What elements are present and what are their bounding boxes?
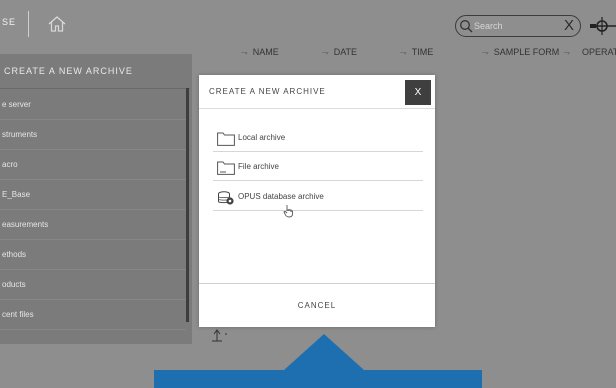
column-header-date[interactable]: ⇁ DATE	[322, 47, 357, 57]
app-brand: SE	[2, 17, 17, 27]
sort-arrow-icon: ⇁	[563, 48, 570, 57]
sort-arrow-icon: ⇁	[322, 48, 329, 57]
sidebar-item-methods[interactable]: ethods	[0, 240, 186, 270]
database-archive-icon	[218, 191, 234, 205]
divider	[28, 11, 29, 37]
clear-search-button[interactable]: X	[564, 17, 574, 35]
sort-arrow-icon: ⇁	[241, 48, 248, 57]
search-icon	[460, 20, 473, 33]
sidebar-item-instruments[interactable]: struments	[0, 120, 186, 150]
option-label: Local archive	[238, 133, 286, 142]
file-archive-option[interactable]: File archive	[213, 153, 423, 181]
option-label: OPUS database archive	[238, 192, 324, 201]
side-panel: CREATE A NEW ARCHIVE e server struments …	[0, 54, 192, 344]
sidebar-item-macro[interactable]: acro	[0, 150, 186, 180]
column-header-sample-form[interactable]: ⇁ SAMPLE FORM ⇁	[482, 47, 575, 57]
local-archive-option[interactable]: Local archive	[213, 124, 423, 152]
search-box[interactable]: X	[455, 15, 581, 37]
close-button[interactable]: X	[405, 80, 431, 105]
folder-icon	[217, 132, 235, 146]
dialog-title: CREATE A NEW ARCHIVE	[209, 87, 326, 96]
sidebar-item-base[interactable]: E_Base	[0, 180, 186, 210]
divider	[199, 108, 435, 109]
sidebar-item-recent-files[interactable]: cent files	[0, 300, 186, 330]
create-archive-dialog: CREATE A NEW ARCHIVE X Local archive Fil…	[199, 75, 435, 327]
divider	[0, 88, 190, 89]
sidebar-item-server[interactable]: e server	[0, 90, 186, 120]
column-header-operator[interactable]: OPERATI	[582, 47, 616, 57]
panel-title: CREATE A NEW ARCHIVE	[4, 66, 133, 76]
file-archive-icon	[217, 161, 235, 175]
network-icon[interactable]	[590, 14, 616, 38]
hand-cursor-icon	[283, 205, 293, 218]
home-icon[interactable]	[46, 13, 68, 35]
sort-arrow-icon: ⇁	[482, 48, 489, 57]
panel-scrollbar[interactable]	[186, 88, 189, 322]
option-label: File archive	[238, 162, 279, 171]
opus-database-archive-option[interactable]: OPUS database archive	[213, 183, 423, 211]
sort-arrow-icon: ⇁	[400, 48, 407, 57]
column-header-time[interactable]: ⇁ TIME	[400, 47, 433, 57]
search-input[interactable]	[474, 18, 554, 34]
top-bar: SE X	[0, 0, 616, 46]
callout-pointer	[154, 334, 482, 388]
cancel-button[interactable]: CANCEL	[199, 284, 435, 327]
sidebar-item-measurements[interactable]: easurements	[0, 210, 186, 240]
column-header-name[interactable]: ⇁ NAME	[241, 47, 279, 57]
sidebar-item-products[interactable]: oducts	[0, 270, 186, 300]
